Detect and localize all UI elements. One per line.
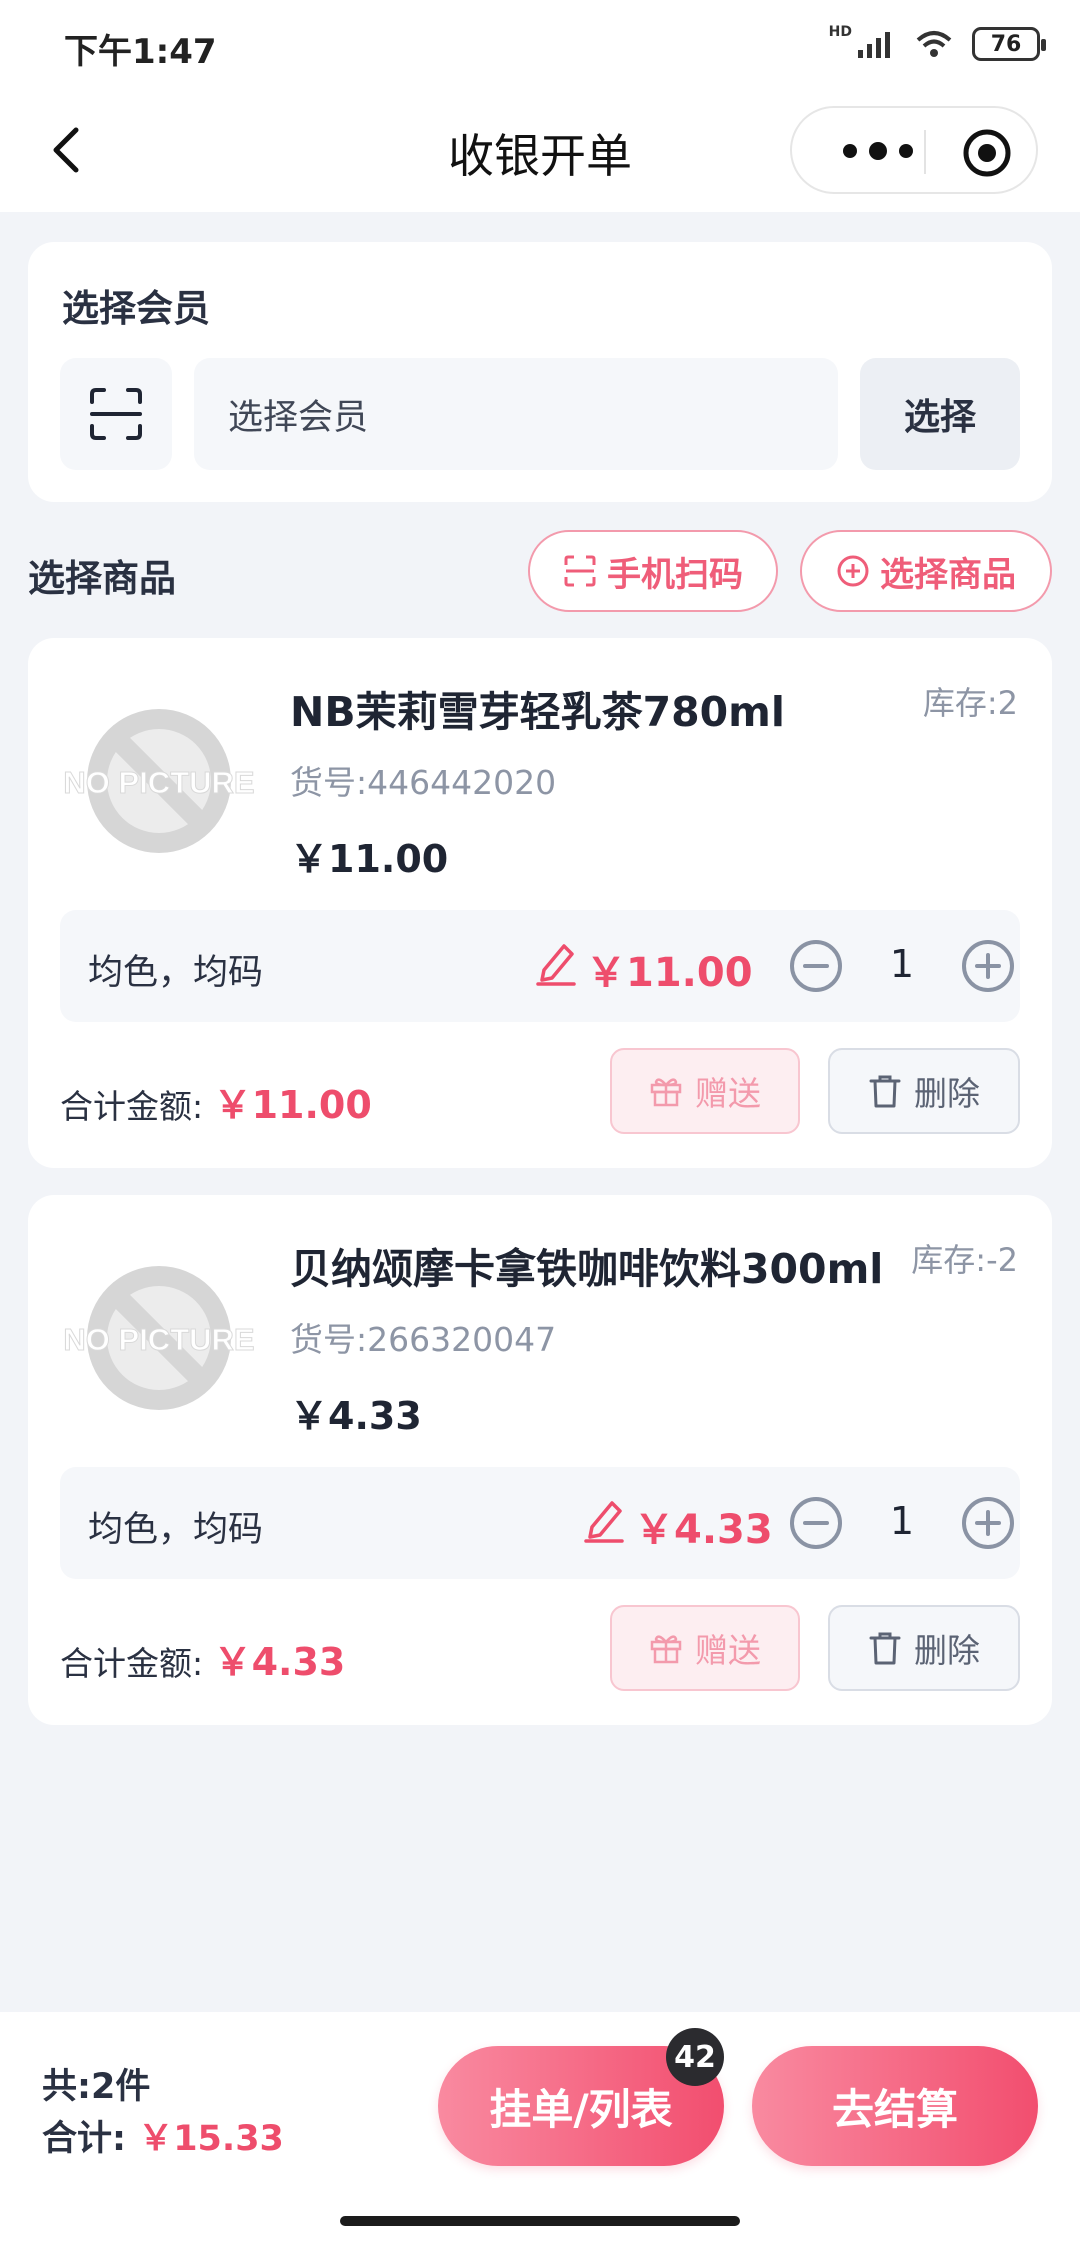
member-input-placeholder: 选择会员: [228, 397, 369, 438]
no-picture-text: NO PICTURE: [63, 765, 254, 800]
no-picture-image: NO PICTURE: [63, 1266, 255, 1410]
product-price: ￥4.33: [290, 1394, 422, 1438]
total-value: ￥11.00: [213, 1083, 372, 1127]
scan-icon: [90, 388, 142, 440]
total-value: ￥4.33: [213, 1640, 346, 1684]
member-card: 选择会员 选择会员 选择: [28, 242, 1052, 502]
close-target-icon[interactable]: [962, 128, 1012, 178]
home-indicator[interactable]: [340, 2216, 740, 2226]
battery-indicator: 76: [972, 27, 1046, 61]
quantity-value[interactable]: 1: [862, 1499, 942, 1543]
product-sku: 货号:266320047: [290, 1320, 557, 1359]
total-label: 合计金额:: [60, 1644, 214, 1683]
trash-icon: [869, 1075, 901, 1108]
member-search-input[interactable]: 选择会员: [194, 358, 838, 470]
select-goods-button[interactable]: 选择商品: [800, 530, 1052, 612]
checkout-button[interactable]: 去结算: [752, 2046, 1038, 2166]
capsule-divider: [924, 130, 926, 174]
gift-icon: [650, 1635, 682, 1664]
scan-icon: [564, 555, 596, 587]
edit-price-icon[interactable]: [584, 1497, 624, 1543]
phone-scan-button[interactable]: 手机扫码: [528, 530, 778, 612]
select-goods-label: 选择商品: [880, 554, 1016, 595]
member-select-button[interactable]: 选择: [860, 358, 1020, 470]
total-label: 合计金额:: [60, 1087, 214, 1126]
product-total: 合计金额: ￥4.33: [60, 1631, 345, 1686]
product-name: 贝纳颂摩卡拿铁咖啡饮料300ml: [290, 1245, 884, 1293]
product-total: 合计金额: ￥11.00: [60, 1074, 372, 1129]
edit-price-icon[interactable]: [536, 940, 576, 986]
product-card: NO PICTURE NB茉莉雪芽轻乳茶780ml 库存:2 货号:446442…: [28, 638, 1052, 1168]
no-picture-text: NO PICTURE: [63, 1322, 254, 1357]
gift-button[interactable]: 赠送: [610, 1048, 800, 1134]
quantity-value[interactable]: 1: [862, 942, 942, 986]
gift-icon: [650, 1078, 682, 1107]
product-stock: 库存:2: [922, 684, 1018, 722]
product-stock: 库存:-2: [911, 1241, 1018, 1279]
member-section-title: 选择会员: [62, 287, 210, 330]
signal-icon: [858, 32, 890, 58]
nav-bar: 收银开单: [0, 90, 1080, 212]
member-scan-button[interactable]: [60, 358, 172, 470]
row-price[interactable]: ￥11.00: [586, 940, 753, 998]
gift-label: 赠送: [695, 1074, 761, 1113]
network-label: HD: [828, 24, 852, 40]
product-price: ￥11.00: [290, 837, 449, 881]
wifi-icon: [916, 31, 952, 57]
status-icons: HD 76: [828, 24, 1046, 64]
product-card: NO PICTURE 贝纳颂摩卡拿铁咖啡饮料300ml 库存:-2 货号:266…: [28, 1195, 1052, 1725]
battery-level: 76: [990, 31, 1022, 57]
delete-button[interactable]: 删除: [828, 1048, 1020, 1134]
minus-circle-icon[interactable]: [788, 1495, 844, 1551]
status-time: 下午1:47: [64, 32, 217, 72]
item-count: 共:2件: [42, 2067, 151, 2107]
more-icon[interactable]: [832, 136, 924, 166]
minus-circle-icon[interactable]: [788, 938, 844, 994]
phone-scan-label: 手机扫码: [607, 554, 743, 595]
sum-label: 合计:: [42, 2119, 139, 2159]
pending-orders-badge: 42: [666, 2028, 724, 2086]
gift-button[interactable]: 赠送: [610, 1605, 800, 1691]
trash-icon: [869, 1632, 901, 1665]
delete-label: 删除: [914, 1631, 980, 1670]
delete-button[interactable]: 删除: [828, 1605, 1020, 1691]
plus-circle-icon[interactable]: [960, 1495, 1016, 1551]
order-sum: 合计: ￥15.33: [42, 2110, 284, 2161]
no-picture-image: NO PICTURE: [63, 709, 255, 853]
plus-circle-icon[interactable]: [960, 938, 1016, 994]
spec-row: 均色，均码 ￥4.33 1: [60, 1467, 1020, 1579]
product-name: NB茉莉雪芽轻乳茶780ml: [290, 688, 785, 736]
product-sku: 货号:446442020: [290, 763, 557, 802]
mini-program-capsule: [790, 106, 1038, 194]
goods-section-title: 选择商品: [28, 557, 176, 600]
spec-row: 均色，均码 ￥11.00 1: [60, 910, 1020, 1022]
delete-label: 删除: [914, 1074, 980, 1113]
plus-circle-icon: [837, 555, 869, 587]
spec-text: 均色，均码: [88, 953, 264, 993]
bottom-bar: 共:2件 合计: ￥15.33 42 挂单/列表 去结算: [0, 2012, 1080, 2244]
spec-text: 均色，均码: [88, 1510, 264, 1550]
row-price[interactable]: ￥4.33: [634, 1497, 773, 1555]
status-bar: 下午1:47 HD 76: [0, 0, 1080, 90]
gift-label: 赠送: [695, 1631, 761, 1670]
sum-value: ￥15.33: [138, 2119, 284, 2159]
